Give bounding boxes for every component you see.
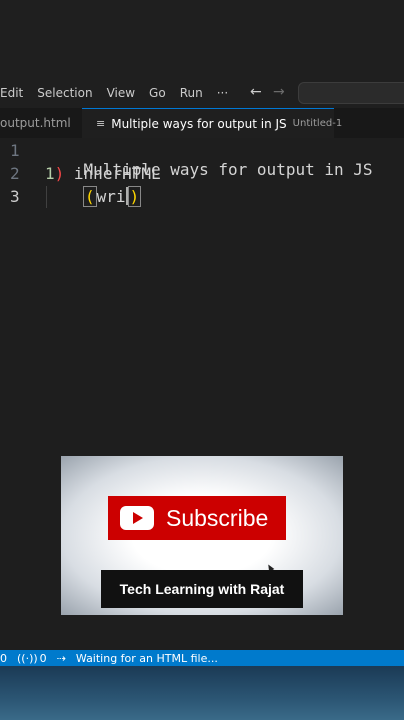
menu-edit[interactable]: Edit <box>0 86 30 100</box>
live-share-icon[interactable]: ⇢ <box>57 652 66 665</box>
status-bar: 0 ((·)) 0 ⇢ Waiting for an HTML file... <box>0 650 404 666</box>
subscribe-overlay: Subscribe Tech Learning with Rajat <box>61 456 343 615</box>
background-area <box>0 666 404 720</box>
code-paren: ) <box>54 164 65 183</box>
command-center-search[interactable] <box>298 82 404 104</box>
subscribe-button[interactable]: Subscribe <box>108 496 286 540</box>
menu-selection[interactable]: Selection <box>30 86 99 100</box>
youtube-play-icon <box>120 506 154 530</box>
back-arrow-icon[interactable]: ← <box>250 84 262 100</box>
code-text: innerHTML <box>64 164 161 183</box>
code-paren-close: ) <box>127 186 142 207</box>
subscribe-label: Subscribe <box>166 504 269 531</box>
menu-more[interactable]: ··· <box>210 86 235 100</box>
line-number: 2 <box>10 164 20 183</box>
code-line-3: (wri) <box>83 186 142 207</box>
tab-description: Untitled-1 <box>292 118 343 129</box>
channel-caption: Tech Learning with Rajat <box>101 570 303 608</box>
line-number: 3 <box>10 187 20 206</box>
tab-label: output.html <box>0 116 71 130</box>
error-count[interactable]: 0 <box>0 652 7 665</box>
code-line-2: 1) innerHTML <box>45 164 161 183</box>
menu-bar: Edit Selection View Go Run ··· ← → <box>0 78 404 108</box>
broadcast-icon[interactable]: ((·)) <box>17 652 38 665</box>
port-count[interactable]: 0 <box>40 652 47 665</box>
tab-output-html[interactable]: output.html <box>0 108 71 138</box>
code-paren-open: ( <box>83 186 97 207</box>
menu-view[interactable]: View <box>100 86 142 100</box>
status-message[interactable]: Waiting for an HTML file... <box>76 652 218 665</box>
window-top-area <box>0 0 404 78</box>
channel-name: Tech Learning with Rajat <box>119 581 285 597</box>
forward-arrow-icon[interactable]: → <box>273 84 285 100</box>
code-number: 1 <box>45 164 55 183</box>
editor-tab-bar: output.html ≡ Multiple ways for output i… <box>0 108 404 139</box>
menu-go[interactable]: Go <box>142 86 173 100</box>
line-number: 1 <box>10 141 20 160</box>
tab-untitled-1[interactable]: ≡ Multiple ways for output in JS Untitle… <box>82 108 342 138</box>
text-file-icon: ≡ <box>96 117 106 130</box>
code-text: wri <box>96 187 126 206</box>
tab-label: Multiple ways for output in JS <box>111 116 287 131</box>
indent-guide <box>46 186 47 208</box>
menu-run[interactable]: Run <box>173 86 210 100</box>
